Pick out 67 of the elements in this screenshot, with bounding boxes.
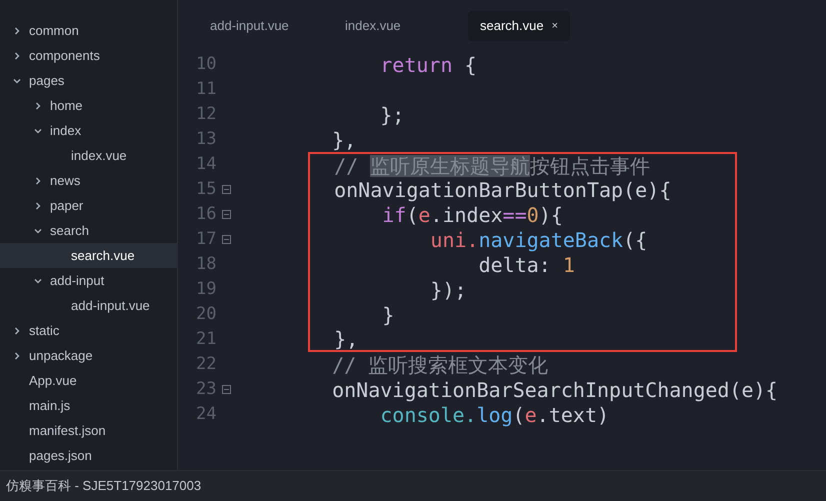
file-item[interactable]: pages.json bbox=[0, 443, 177, 468]
folder-item[interactable]: add-input bbox=[0, 268, 177, 293]
code-line: console.log(e.text) bbox=[379, 402, 610, 427]
folder-item[interactable]: pages bbox=[0, 68, 177, 93]
code-line: }; bbox=[379, 102, 404, 127]
folder-item[interactable]: components bbox=[0, 43, 177, 68]
annotated-code-line: onNavigationBarButtonTap(e){ bbox=[308, 177, 737, 202]
editor-tab[interactable]: add-input.vue bbox=[198, 11, 323, 41]
folder-item[interactable]: unpackage bbox=[0, 343, 177, 368]
line-number: 11 bbox=[196, 78, 218, 101]
code-line: onNavigationBarSearchInputChanged(e){ bbox=[331, 377, 778, 402]
file-item[interactable]: index.vue bbox=[0, 143, 177, 168]
chevron-right-icon bbox=[34, 102, 42, 110]
folder-item[interactable]: paper bbox=[0, 193, 177, 218]
chevron-right-icon bbox=[13, 52, 21, 60]
fold-icon[interactable] bbox=[222, 210, 231, 219]
code-line: }, bbox=[331, 127, 356, 152]
line-number: 23 bbox=[196, 378, 218, 401]
folder-item[interactable]: common bbox=[0, 18, 177, 43]
file-item[interactable]: main.js bbox=[0, 393, 177, 418]
line-number: 20 bbox=[196, 302, 218, 326]
folder-item[interactable]: home bbox=[0, 93, 177, 118]
folder-item[interactable]: index bbox=[0, 118, 177, 143]
close-tab-button[interactable]: × bbox=[552, 18, 558, 34]
editor-tab[interactable]: index.vue bbox=[333, 11, 458, 41]
chevron-right-icon bbox=[34, 202, 42, 210]
line-number: 13 bbox=[196, 128, 218, 151]
chevron-right-icon bbox=[13, 326, 21, 334]
annotated-code-line: uni.navigateBack({ bbox=[308, 227, 737, 252]
fold-icon[interactable] bbox=[222, 185, 231, 194]
status-bar-text: 仿糗事百科 - SJE5T17923017003 bbox=[6, 477, 202, 496]
annotated-code-line: delta: 1 bbox=[308, 252, 737, 277]
line-number: 22 bbox=[196, 352, 218, 376]
editor-tab[interactable]: search.vue × bbox=[468, 11, 570, 41]
line-number: 16 bbox=[196, 202, 218, 226]
line-number: 10 bbox=[196, 52, 218, 76]
annotated-code-line: }, bbox=[308, 327, 737, 352]
line-number: 17 bbox=[196, 228, 218, 251]
file-item[interactable]: add-input.vue bbox=[0, 293, 177, 318]
annotated-code-line: } bbox=[308, 302, 737, 327]
folder-item[interactable]: static bbox=[0, 318, 177, 343]
line-number: 18 bbox=[196, 252, 218, 276]
chevron-down-icon bbox=[13, 76, 21, 84]
line-number: 21 bbox=[196, 328, 218, 351]
line-number: 24 bbox=[196, 402, 218, 426]
code-line: return { bbox=[379, 52, 477, 77]
annotated-code-line: if(e.index==0){ bbox=[308, 202, 737, 227]
folder-item[interactable]: news bbox=[0, 168, 177, 193]
fold-icon[interactable] bbox=[222, 385, 231, 394]
file-item[interactable]: App.vue bbox=[0, 368, 177, 393]
line-number: 14 bbox=[196, 152, 218, 176]
file-item[interactable]: search.vue bbox=[0, 243, 177, 268]
chevron-down-icon bbox=[34, 226, 42, 234]
file-item[interactable]: manifest.json bbox=[0, 418, 177, 443]
folder-item[interactable]: search bbox=[0, 218, 177, 243]
chevron-right-icon bbox=[34, 176, 42, 184]
annotated-code-line: }); bbox=[308, 277, 737, 302]
chevron-right-icon bbox=[13, 352, 21, 360]
line-number: 19 bbox=[196, 278, 218, 301]
code-line: // 监听搜索框文本变化 bbox=[331, 352, 548, 377]
annotated-code-line: // 监听原生标题导航按钮点击事件 bbox=[308, 152, 737, 177]
chevron-down-icon bbox=[34, 126, 42, 134]
line-number: 15 bbox=[196, 178, 218, 201]
line-number: 12 bbox=[196, 102, 218, 126]
fold-icon[interactable] bbox=[222, 235, 231, 244]
chevron-down-icon bbox=[34, 276, 42, 284]
chevron-right-icon bbox=[13, 26, 21, 34]
